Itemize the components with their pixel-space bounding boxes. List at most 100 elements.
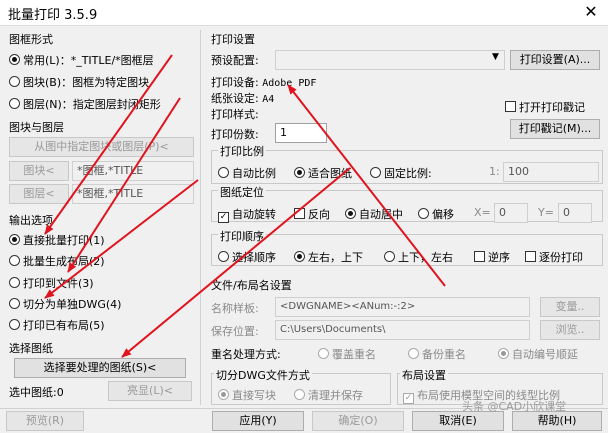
x-offset-field[interactable]: 0: [494, 203, 528, 223]
radio-icon: [9, 234, 20, 245]
radio-icon: [9, 319, 20, 330]
scale-value-field[interactable]: 100: [503, 162, 599, 182]
scale-prefix: 1:: [489, 165, 500, 178]
radio-icon: [318, 348, 329, 359]
radio-icon: [418, 208, 429, 219]
checkbox-icon: [505, 101, 516, 112]
select-drawings-heading: 选择图纸: [9, 342, 53, 355]
radio-icon: [218, 167, 229, 178]
print-setup-button[interactable]: 打印设置(A)...: [510, 50, 600, 70]
order-option-0[interactable]: 选择顺序: [218, 249, 276, 265]
checkbox-icon: [294, 208, 305, 219]
radio-icon: [294, 251, 305, 262]
preview-button[interactable]: 预览(R): [6, 411, 84, 431]
frame-mode-option-1[interactable]: 图块(B)：图框为特定图块: [9, 74, 149, 90]
radio-icon: [9, 298, 20, 309]
auto-rotate-checkbox[interactable]: ✓ 自动旋转: [218, 206, 276, 223]
apply-button[interactable]: 应用(Y): [212, 411, 304, 431]
position-option-0[interactable]: 自动居中: [345, 206, 403, 222]
selected-count: 选中图纸:0: [9, 386, 64, 399]
browse-button[interactable]: 浏览..: [540, 320, 600, 340]
radio-icon: [9, 76, 20, 87]
radio-icon: [384, 251, 395, 262]
duplicate-option-0[interactable]: 覆盖重名: [318, 346, 376, 362]
scale-option-1[interactable]: 适合图纸: [294, 165, 352, 181]
output-option-1[interactable]: 批量生成布局(2): [9, 253, 105, 269]
ok-button[interactable]: 确定(O): [312, 411, 404, 431]
radio-icon: [9, 98, 20, 109]
watermark: 头条 @CAD小欣课堂: [462, 400, 567, 413]
radio-icon: [9, 277, 20, 288]
print-settings-heading: 打印设置: [211, 33, 255, 46]
chevron-down-icon: ▼: [492, 52, 499, 62]
output-option-4[interactable]: 打印已有布局(5): [9, 317, 105, 333]
radio-icon: [294, 389, 305, 400]
checkmark-icon: ✓: [403, 393, 414, 404]
save-path-field[interactable]: C:\Users\Documents\: [275, 320, 530, 340]
duplicate-label: 重名处理方式:: [211, 348, 281, 361]
order-reverse-checkbox[interactable]: 逆序: [474, 249, 510, 265]
frame-mode-option-2[interactable]: 图层(N)：指定图层封闭矩形: [9, 96, 161, 112]
pick-from-drawing-button[interactable]: 从图中指定图块或图层(P)<: [9, 137, 194, 157]
scale-heading: 打印比例: [218, 143, 266, 159]
radio-icon: [9, 255, 20, 266]
window-title: 批量打印 3.5.9: [8, 8, 98, 23]
radio-icon: [498, 348, 509, 359]
order-option-2[interactable]: 上下，左右: [384, 249, 453, 265]
radio-icon: [408, 348, 419, 359]
preset-select[interactable]: [275, 50, 505, 70]
scale-option-2[interactable]: 固定比例:: [370, 165, 432, 181]
output-option-2[interactable]: 打印到文件(3): [9, 275, 94, 291]
duplicate-option-1[interactable]: 备份重名: [408, 346, 466, 362]
y-label: Y=: [538, 206, 554, 219]
radio-icon: [9, 54, 20, 65]
radio-icon: [218, 251, 229, 262]
preset-label: 预设配置:: [211, 54, 259, 67]
split-option-1[interactable]: 清理并保存: [294, 387, 363, 403]
layer-button[interactable]: 图层<: [9, 184, 69, 204]
variables-button[interactable]: 变量..: [540, 297, 600, 317]
device-row: 打印设备: Adobe PDF: [211, 76, 317, 89]
highlight-button[interactable]: 亮显(L)<: [108, 381, 192, 401]
duplicate-option-2[interactable]: 自动编号顺延: [498, 346, 578, 362]
print-stamp-button[interactable]: 打印戳记(M)...: [510, 119, 600, 139]
split-heading: 切分DWG文件方式: [214, 367, 312, 383]
output-option-3[interactable]: 切分为单独DWG(4): [9, 296, 121, 312]
position-heading: 图纸定位: [218, 184, 266, 200]
style-row: 打印样式:: [211, 108, 259, 121]
order-option-1[interactable]: 左右，上下: [294, 249, 363, 265]
scale-option-0[interactable]: 自动比例: [218, 165, 276, 181]
block-button[interactable]: 图块<: [9, 161, 69, 181]
split-option-0[interactable]: 直接写块: [218, 387, 276, 403]
block-names-field[interactable]: *图框,*TITLE: [72, 161, 194, 181]
output-option-0[interactable]: 直接批量打印(1): [9, 232, 105, 248]
help-button[interactable]: 帮助(H): [512, 411, 602, 431]
output-heading: 输出选项: [9, 214, 53, 227]
select-drawings-button[interactable]: 选择要处理的图纸(S)<: [14, 358, 186, 378]
stamp-checkbox[interactable]: 打开打印戳记: [505, 99, 585, 115]
layout-heading: 布局设置: [400, 367, 448, 383]
file-layout-heading: 文件/布局名设置: [211, 279, 292, 292]
reverse-checkbox[interactable]: 反向: [294, 206, 330, 222]
layer-names-field[interactable]: *图框,*TITLE: [72, 184, 194, 204]
radio-icon: [294, 167, 305, 178]
name-template-label: 名称样板:: [211, 302, 259, 315]
radio-icon: [218, 389, 229, 400]
x-label: X=: [474, 206, 491, 219]
copies-field[interactable]: 1: [275, 123, 327, 143]
order-heading: 打印顺序: [218, 228, 266, 244]
frame-mode-option-0[interactable]: 常用(L)：*_TITLE/*图框层: [9, 52, 154, 68]
radio-icon: [345, 208, 356, 219]
copies-label: 打印份数:: [211, 128, 259, 141]
page-by-page-checkbox[interactable]: 逐份打印: [525, 249, 583, 265]
checkmark-icon: ✓: [218, 212, 229, 223]
name-template-field[interactable]: <DWGNAME><ANum:-:2>: [275, 297, 530, 317]
close-icon[interactable]: ✕: [580, 2, 602, 22]
radio-icon: [370, 167, 381, 178]
position-option-1[interactable]: 偏移: [418, 206, 454, 222]
checkbox-icon: [474, 251, 485, 262]
block-layer-heading: 图块与图层: [9, 121, 64, 134]
save-path-label: 保存位置:: [211, 325, 259, 338]
y-offset-field[interactable]: 0: [558, 203, 592, 223]
cancel-button[interactable]: 取消(E): [412, 411, 504, 431]
